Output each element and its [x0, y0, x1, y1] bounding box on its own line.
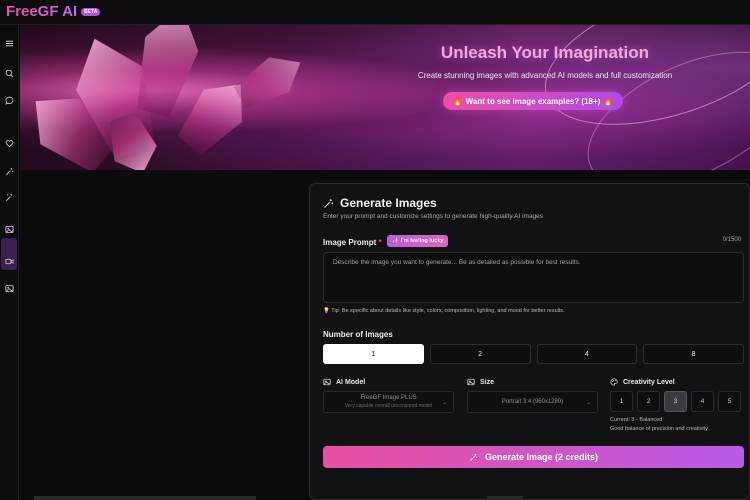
required-mark: *: [378, 238, 382, 247]
fire-icon: 🔥: [603, 96, 614, 106]
scrollbar-segment: [487, 496, 523, 500]
chevron-down-icon: ⌄: [441, 400, 447, 406]
beta-badge: BETA: [81, 7, 101, 16]
brand-logo[interactable]: FreeGF AI BETA: [6, 3, 101, 20]
image-prompt-label: Image Prompt *: [323, 238, 382, 247]
menu-icon[interactable]: [2, 36, 16, 50]
video-icon[interactable]: [2, 254, 16, 268]
number-of-images-label: Number of Images: [323, 330, 393, 339]
ai-model-label-text: AI Model: [336, 378, 366, 386]
num-images-option-1[interactable]: 1: [323, 344, 424, 364]
crystal-decoration: [230, 45, 311, 115]
chat-icon[interactable]: [2, 93, 16, 107]
prompt-placeholder: Describe the image you want to generate.…: [333, 259, 581, 266]
generate-image-label: Generate Image (2 credits): [484, 452, 599, 462]
creativity-option-1[interactable]: 1: [610, 391, 633, 412]
card-description: Enter your prompt and customize settings…: [323, 213, 544, 220]
top-header: FreeGF AI BETA: [0, 0, 750, 25]
hero-banner: Unleash Your Imagination Create stunning…: [20, 25, 750, 170]
wand-icon: [324, 198, 334, 208]
size-label: Size: [467, 378, 494, 386]
character-counter: 0/1500: [722, 237, 741, 243]
horizontal-scrollbar[interactable]: [34, 496, 256, 500]
heart-icon[interactable]: [2, 136, 16, 150]
size-value: Portrait 3:4 (960x1280): [501, 399, 564, 405]
image-prompt-label-text: Image Prompt: [323, 238, 377, 247]
creativity-option-2[interactable]: 2: [637, 391, 660, 412]
image-examples-button[interactable]: 🔥 Want to see image examples? (18+) 🔥: [443, 92, 623, 110]
chevron-down-icon: ⌄: [585, 400, 591, 406]
num-images-option-4[interactable]: 4: [536, 344, 638, 364]
sparkle-icon: ✨: [392, 238, 399, 244]
wand-icon[interactable]: [2, 164, 16, 178]
creativity-option-4[interactable]: 4: [691, 391, 714, 412]
creativity-level-label-text: Creativity Level: [623, 378, 675, 386]
num-images-option-8[interactable]: 8: [643, 344, 744, 364]
feeling-lucky-button[interactable]: ✨ I'm feeling lucky: [387, 235, 449, 247]
palette-icon: [610, 378, 618, 386]
search-icon[interactable]: [2, 66, 16, 80]
creativity-level-options: 1 2 3 4 5: [610, 391, 741, 412]
ai-model-select[interactable]: FreeGF Image PLUS Very capable overall u…: [323, 391, 454, 413]
ai-model-description: Very capable overall uncensored model: [344, 403, 433, 409]
prompt-textarea[interactable]: Describe the image you want to generate.…: [323, 252, 744, 303]
image-examples-label: Want to see image examples? (18+): [465, 96, 601, 106]
creativity-option-5[interactable]: 5: [718, 391, 741, 412]
sidebar: [0, 25, 19, 500]
ai-model-value: FreeGF Image PLUS: [360, 395, 417, 401]
generate-image-button[interactable]: Generate Image (2 credits): [323, 446, 744, 468]
prompt-tip-text: Tip: Be specific about details like styl…: [331, 308, 565, 314]
prompt-tip: 💡 Tip: Be specific about details like st…: [323, 308, 565, 314]
image-icon[interactable]: [2, 222, 16, 236]
magic-wand-icon[interactable]: [2, 190, 16, 204]
number-of-images-options: 1 2 4 8: [323, 344, 744, 364]
lightbulb-icon: 💡: [323, 308, 330, 314]
wand-icon: [470, 453, 478, 461]
size-label-text: Size: [480, 378, 495, 386]
gallery-icon[interactable]: [2, 281, 16, 295]
image-icon: [323, 378, 331, 386]
image-icon: [467, 378, 475, 386]
creativity-description: Good balance of precision and creativity: [610, 426, 708, 432]
ai-model-label: AI Model: [323, 378, 365, 386]
banner-title: Unleash Your Imagination: [440, 43, 650, 62]
num-images-option-2[interactable]: 2: [429, 344, 531, 364]
fire-icon: 🔥: [452, 96, 463, 106]
banner-subtitle: Create stunning images with advanced AI …: [417, 71, 673, 80]
creativity-option-3[interactable]: 3: [664, 391, 687, 412]
creativity-current: Current: 3 - Balanced: [610, 417, 663, 423]
size-select[interactable]: Portrait 3:4 (960x1280) ⌄: [467, 391, 598, 413]
brand-name: FreeGF AI: [6, 3, 78, 20]
card-header: Generate Images: [323, 196, 437, 210]
generate-images-card: Generate Images Enter your prompt and cu…: [309, 183, 750, 500]
card-title: Generate Images: [340, 196, 437, 210]
creativity-level-label: Creativity Level: [610, 378, 675, 386]
feeling-lucky-label: I'm feeling lucky: [400, 238, 444, 244]
